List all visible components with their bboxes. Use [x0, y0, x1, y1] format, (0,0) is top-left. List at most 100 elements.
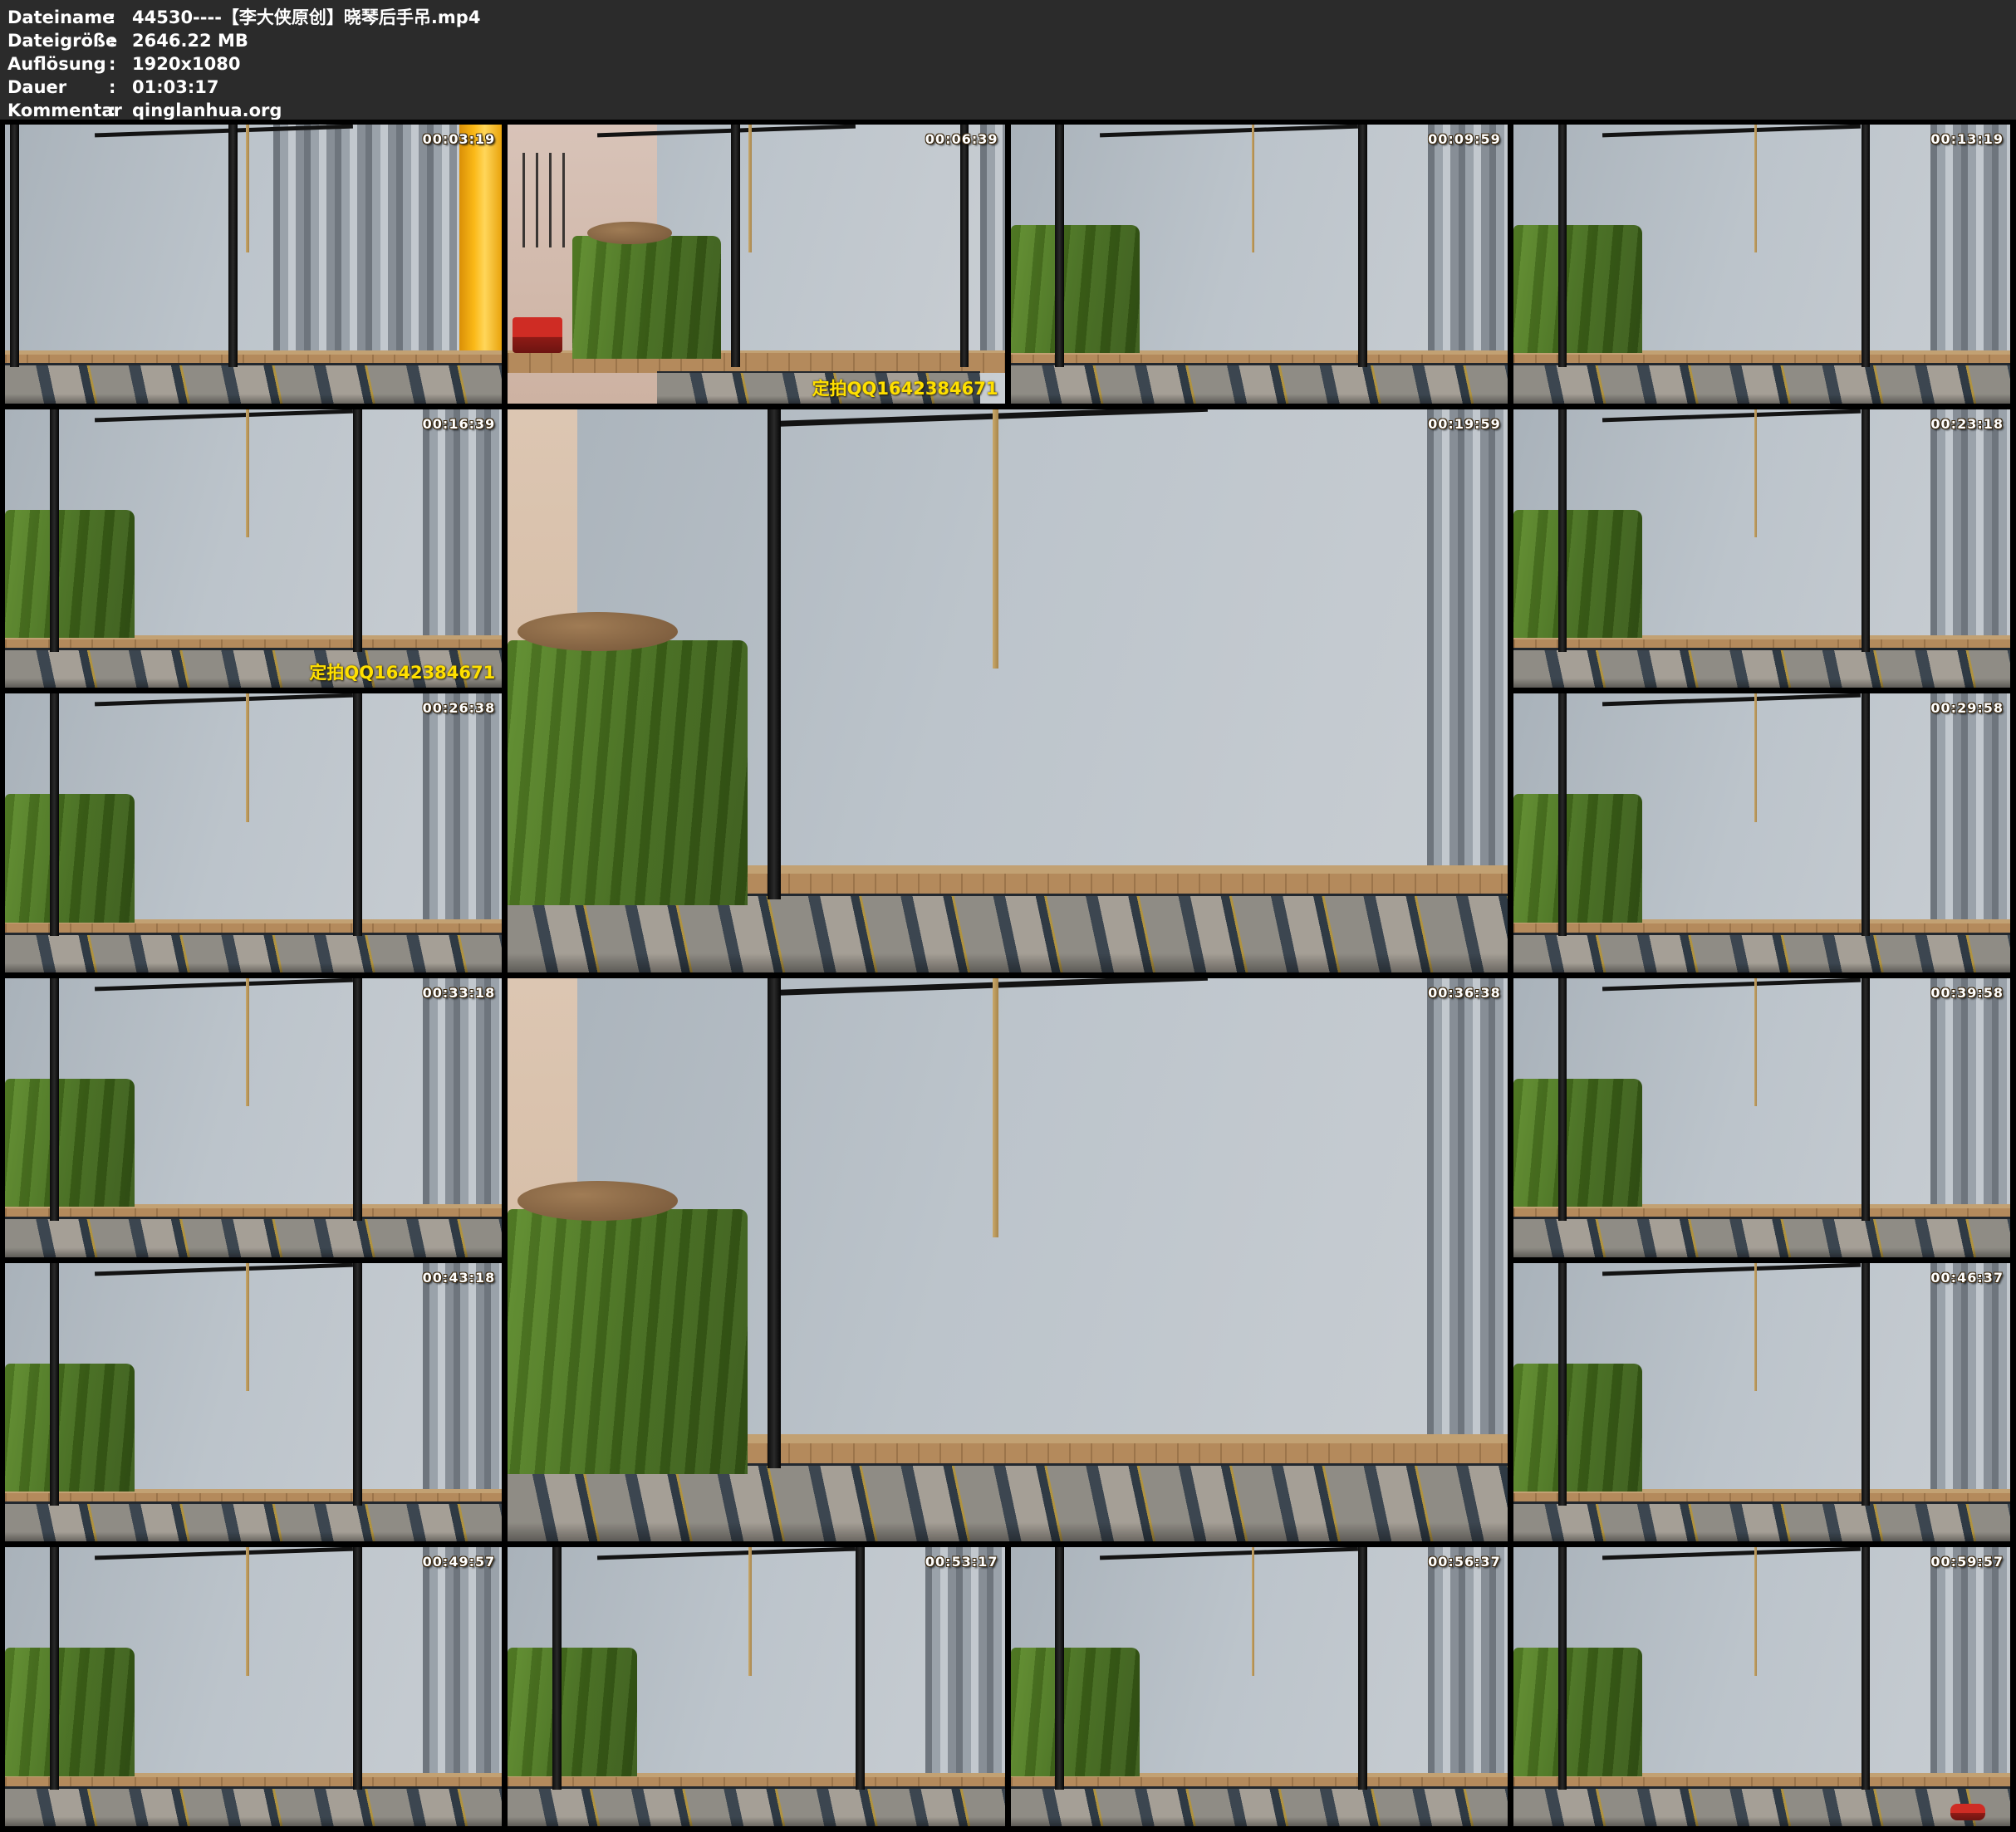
frame-pole [353, 978, 362, 1221]
curtain [1930, 125, 2010, 367]
frame-pole [552, 1547, 562, 1790]
meta-value-duration: 01:03:17 [132, 77, 218, 97]
meta-separator: : [109, 76, 132, 99]
meta-label: Dauer [7, 76, 109, 99]
frame-pole [353, 1547, 362, 1790]
curtain [1930, 1547, 2010, 1790]
meta-label: Dateigröße [7, 29, 109, 52]
meta-value-filesize: 2646.22 MB [132, 31, 248, 51]
red-bench [1950, 1804, 1985, 1820]
curtain [980, 125, 1005, 367]
curtain [423, 409, 503, 652]
suspension-rope [748, 1547, 752, 1675]
video-thumbnail: 00:19:59 [508, 409, 1508, 972]
meta-separator: : [109, 6, 132, 29]
thumbnail-scene [508, 978, 1508, 1541]
frame-top-bar [1602, 978, 1861, 992]
video-thumbnail: 00:16:39 定拍QQ1642384671 [5, 409, 502, 688]
green-cloth-table [1513, 1648, 1643, 1776]
curtain [1930, 1263, 2010, 1506]
suspension-rope [1754, 978, 1758, 1106]
suspension-rope [748, 125, 752, 252]
meta-value-resolution: 1920x1080 [132, 54, 240, 74]
curtain [1930, 978, 2010, 1221]
thumbnail-scene [1513, 125, 2010, 404]
contact-sheet: { "page": { "background": "#000000", "de… [0, 0, 2016, 1832]
timestamp-overlay: 00:06:39 [925, 131, 998, 147]
video-thumbnail: 00:29:58 [1513, 693, 2010, 972]
rug [1513, 648, 2010, 688]
timestamp-overlay: 00:53:17 [925, 1554, 998, 1570]
video-thumbnail: 00:43:18 [5, 1263, 502, 1542]
suspension-rope [1754, 1263, 1758, 1391]
frame-pole [228, 125, 238, 367]
rug [1513, 363, 2010, 403]
frame-pole [768, 978, 781, 1468]
meta-separator: : [109, 29, 132, 52]
frame-pole [353, 1263, 362, 1506]
rug [508, 1786, 1004, 1826]
timestamp-overlay: 00:43:18 [423, 1270, 496, 1286]
green-cloth-table [1513, 510, 1643, 638]
curtain [423, 1547, 503, 1790]
qq-watermark: 定拍QQ1642384671 [309, 659, 495, 684]
curtain [1428, 125, 1508, 367]
suspension-rope [246, 409, 249, 537]
thumbnail-scene [1513, 1547, 2010, 1826]
rug [1513, 1217, 2010, 1256]
frame-top-bar [95, 1263, 353, 1276]
frame-pole [1861, 693, 1871, 936]
rug [5, 933, 502, 972]
meta-value-filename: 44530----【李大侠原创】晓琴后手吊.mp4 [132, 7, 480, 27]
meta-separator: : [109, 99, 132, 122]
curtain [1930, 409, 2010, 652]
frame-pole [1358, 125, 1367, 367]
thumbnail-scene [5, 693, 502, 972]
frame-pole [50, 978, 59, 1221]
frame-pole [353, 409, 362, 652]
thumbnail-scene [5, 978, 502, 1257]
frame-pole [768, 409, 781, 899]
green-cloth-table [1011, 225, 1140, 353]
green-cloth-table [5, 794, 135, 922]
suspension-rope [246, 978, 249, 1106]
frame-pole [1558, 125, 1567, 367]
frame-pole [960, 125, 969, 367]
timestamp-overlay: 00:23:18 [1930, 416, 2004, 432]
thumbnail-scene [1513, 1263, 2010, 1542]
meta-label: Auflösung [7, 52, 109, 76]
suspension-rope [1754, 693, 1758, 821]
frame-top-bar [1602, 1263, 1861, 1276]
meta-separator: : [109, 52, 132, 76]
meta-label: Dateiname [7, 6, 109, 29]
frame-pole [50, 1547, 59, 1790]
frame-pole [856, 1547, 865, 1790]
video-thumbnail: 00:46:37 [1513, 1263, 2010, 1542]
green-cloth-table [5, 1364, 135, 1492]
yellow-column [459, 125, 502, 367]
frame-pole [1861, 409, 1871, 652]
video-thumbnail: 00:49:57 [5, 1547, 502, 1826]
curtain [273, 125, 457, 367]
frame-top-bar [95, 409, 353, 423]
rug [1513, 1501, 2010, 1541]
wall-rack [522, 153, 567, 247]
thumbnail-scene [1011, 125, 1508, 404]
green-cloth-table [508, 640, 748, 905]
green-cloth-table [508, 1209, 748, 1474]
frame-pole [1861, 125, 1871, 367]
curtain [1427, 409, 1507, 899]
cushion [517, 612, 678, 651]
thumbnail-grid: 00:03:19 00:06:39 定拍QQ1642384671 [0, 120, 2016, 1832]
suspension-rope [1754, 1547, 1758, 1675]
file-meta-row-filesize: Dateigröße:2646.22 MB [7, 29, 2016, 52]
cushion [517, 1181, 678, 1220]
frame-pole [50, 693, 59, 936]
frame-pole [353, 693, 362, 936]
suspension-rope [1252, 1547, 1255, 1675]
file-info-header: Dateiname:44530----【李大侠原创】晓琴后手吊.mp4 Date… [0, 0, 2016, 120]
timestamp-overlay: 00:36:38 [1428, 985, 1501, 1001]
suspension-rope [1252, 125, 1255, 252]
rug [5, 1501, 502, 1541]
timestamp-overlay: 00:56:37 [1428, 1554, 1501, 1570]
